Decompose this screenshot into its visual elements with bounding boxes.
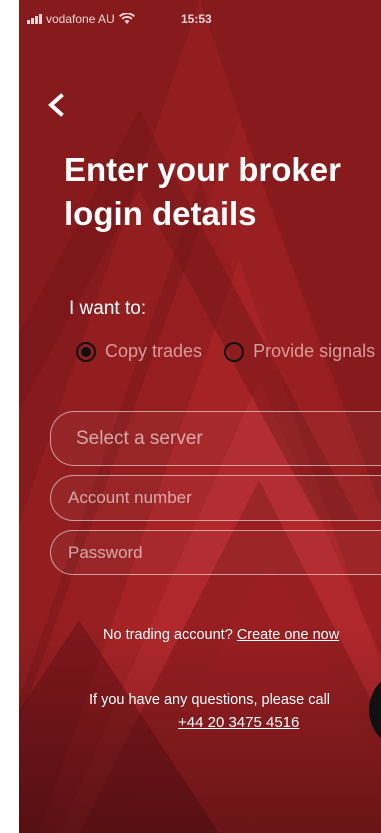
phone-link[interactable]: +44 20 3475 4516 xyxy=(178,714,299,731)
server-select[interactable] xyxy=(50,411,381,466)
account-number-field[interactable] xyxy=(50,475,381,521)
carrier-info: vodafone AU xyxy=(27,12,135,26)
carrier-name: vodafone AU xyxy=(46,12,115,26)
create-account-link[interactable]: Create one now xyxy=(237,627,339,643)
page-title: Enter your broker login details xyxy=(64,151,341,232)
no-account-prompt: No trading account? Create one now xyxy=(103,627,339,643)
radio-label: Provide signals xyxy=(253,341,376,361)
password-field[interactable] xyxy=(50,530,381,575)
password-input[interactable] xyxy=(51,531,381,574)
status-time: 15:53 xyxy=(181,12,212,26)
login-screen: vodafone AU 15:53 Enter your broker logi… xyxy=(19,0,381,833)
radio-label: Copy trades xyxy=(105,341,203,361)
mode-radio-group: Copy trades Provide signals xyxy=(76,341,381,362)
signal-icon xyxy=(27,14,42,24)
account-number-input[interactable] xyxy=(51,476,381,520)
radio-unselected-icon xyxy=(224,341,245,362)
wifi-icon xyxy=(118,13,135,24)
back-arrow-icon[interactable] xyxy=(43,88,73,124)
mode-label: I want to: xyxy=(69,298,147,319)
server-input[interactable] xyxy=(51,412,381,465)
radio-selected-icon xyxy=(76,341,96,362)
help-text: If you have any questions, please call xyxy=(89,692,331,708)
radio-copy-trades[interactable]: Copy trades xyxy=(76,341,202,362)
no-account-text: No trading account? xyxy=(103,627,233,643)
radio-provide-signals[interactable]: Provide signals xyxy=(224,341,375,362)
status-bar: vodafone AU 15:53 xyxy=(19,12,381,28)
